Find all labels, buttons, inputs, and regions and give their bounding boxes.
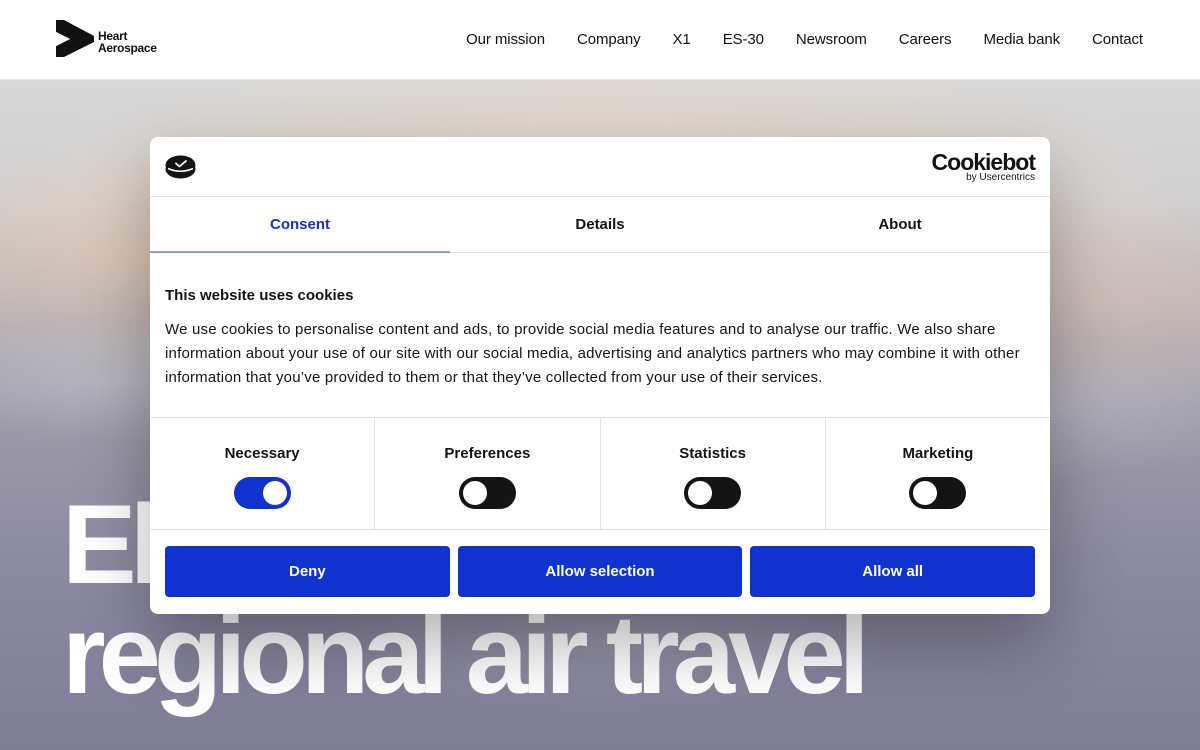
cookiebot-logo[interactable]: Cookiebot by Usercentrics	[931, 149, 1036, 183]
consent-toggles: Necessary Preferences Statistics Marketi…	[150, 418, 1050, 530]
nav-contact[interactable]: Contact	[1092, 31, 1143, 48]
nav-company[interactable]: Company	[577, 31, 641, 48]
allow-selection-button[interactable]: Allow selection	[457, 546, 743, 597]
toggle-label-preferences: Preferences	[444, 445, 531, 462]
toggle-cell-statistics: Statistics	[601, 418, 826, 529]
site-header: Heart Aerospace Our mission Company X1 E…	[0, 0, 1200, 80]
cookie-consent-dialog: Cookiebot by Usercentrics Consent Detail…	[150, 137, 1050, 614]
dialog-text: We use cookies to personalise content an…	[165, 321, 1020, 386]
marketing-toggle[interactable]	[909, 477, 967, 509]
dialog-buttons: Deny Allow selection Allow all	[150, 530, 1050, 613]
hero-title-line2: regional air travel	[62, 592, 870, 717]
nav-media-bank[interactable]: Media bank	[983, 31, 1060, 48]
logo-line1: Heart	[98, 28, 128, 43]
cookiebot-name: Cookiebot	[931, 149, 1036, 175]
logo-mark-icon	[56, 20, 94, 57]
toggle-cell-marketing: Marketing	[826, 418, 1050, 529]
statistics-toggle[interactable]	[684, 477, 742, 509]
preferences-toggle[interactable]	[458, 477, 516, 509]
toggle-cell-necessary: Necessary	[150, 418, 376, 529]
nav-x1[interactable]: X1	[673, 31, 691, 48]
toggle-knob	[262, 481, 287, 505]
main-nav: Our mission Company X1 ES-30 Newsroom Ca…	[466, 31, 1143, 48]
nav-our-mission[interactable]: Our mission	[466, 31, 545, 48]
logo-line2: Aerospace	[98, 40, 157, 55]
necessary-toggle[interactable]	[233, 477, 291, 509]
dialog-tabs: Consent Details About	[150, 197, 1050, 253]
toggle-cell-preferences: Preferences	[375, 418, 601, 529]
tab-details[interactable]: Details	[450, 197, 750, 252]
nav-newsroom[interactable]: Newsroom	[796, 31, 867, 48]
tab-consent[interactable]: Consent	[150, 197, 450, 253]
deny-button[interactable]: Deny	[165, 546, 450, 597]
toggle-knob	[688, 481, 713, 505]
nav-es30[interactable]: ES-30	[723, 31, 764, 48]
toggle-knob	[913, 481, 938, 505]
dialog-body: This website uses cookies We use cookies…	[150, 253, 1050, 418]
nav-careers[interactable]: Careers	[899, 31, 952, 48]
toggle-label-statistics: Statistics	[679, 445, 746, 462]
toggle-label-necessary: Necessary	[224, 445, 300, 462]
toggle-knob	[462, 481, 487, 505]
allow-all-button[interactable]: Allow all	[750, 546, 1036, 597]
dialog-title: This website uses cookies	[165, 287, 354, 304]
toggle-label-marketing: Marketing	[902, 445, 974, 462]
dialog-header: Cookiebot by Usercentrics	[150, 137, 1050, 197]
cookie-icon	[165, 155, 196, 179]
logo-text: Heart Aerospace	[98, 30, 157, 54]
tab-about[interactable]: About	[750, 197, 1050, 252]
heart-aerospace-logo[interactable]: Heart Aerospace	[56, 20, 157, 57]
